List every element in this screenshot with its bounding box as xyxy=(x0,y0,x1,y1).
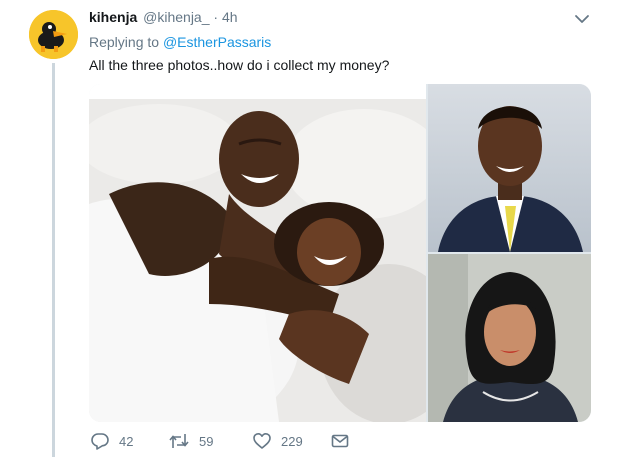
photo-couple[interactable] xyxy=(89,84,426,422)
chevron-down-icon xyxy=(575,15,589,23)
replying-to: Replying to @EstherPassaris xyxy=(89,34,271,50)
reply-count: 42 xyxy=(119,433,134,449)
reply-button[interactable]: 42 xyxy=(91,432,133,450)
like-count: 229 xyxy=(281,433,303,449)
avatar[interactable] xyxy=(29,10,78,59)
tweet-text: All the three photos..how do i collect m… xyxy=(89,57,390,73)
photo-man-portrait[interactable] xyxy=(428,84,591,252)
user-handle[interactable]: @kihenja_ xyxy=(143,9,209,25)
timestamp[interactable]: 4h xyxy=(222,9,238,25)
man-portrait-image xyxy=(428,84,591,252)
retweet-button[interactable]: 59 xyxy=(169,432,213,450)
couple-photo-image xyxy=(89,84,426,422)
envelope-icon xyxy=(331,434,349,448)
tweet-actions: 42 59 229 xyxy=(89,432,589,454)
more-options-button[interactable] xyxy=(574,12,590,24)
reply-icon xyxy=(91,433,109,450)
retweet-icon xyxy=(169,434,189,448)
replying-to-label: Replying to xyxy=(89,34,160,50)
heart-icon xyxy=(253,433,271,449)
mention-link[interactable]: @EstherPassaris xyxy=(163,34,271,50)
retweet-count: 59 xyxy=(199,433,214,449)
separator-dot: · xyxy=(213,9,219,25)
media-grid xyxy=(89,84,591,422)
tweet-header: kihenja @kihenja_ · 4h xyxy=(89,9,238,25)
thread-line xyxy=(52,63,55,457)
woman-portrait-image xyxy=(428,254,591,422)
direct-message-button[interactable] xyxy=(331,432,349,450)
photo-woman-portrait[interactable] xyxy=(428,254,591,422)
cartoon-duck-avatar-icon xyxy=(29,10,78,59)
display-name[interactable]: kihenja xyxy=(89,9,137,25)
like-button[interactable]: 229 xyxy=(253,432,303,450)
